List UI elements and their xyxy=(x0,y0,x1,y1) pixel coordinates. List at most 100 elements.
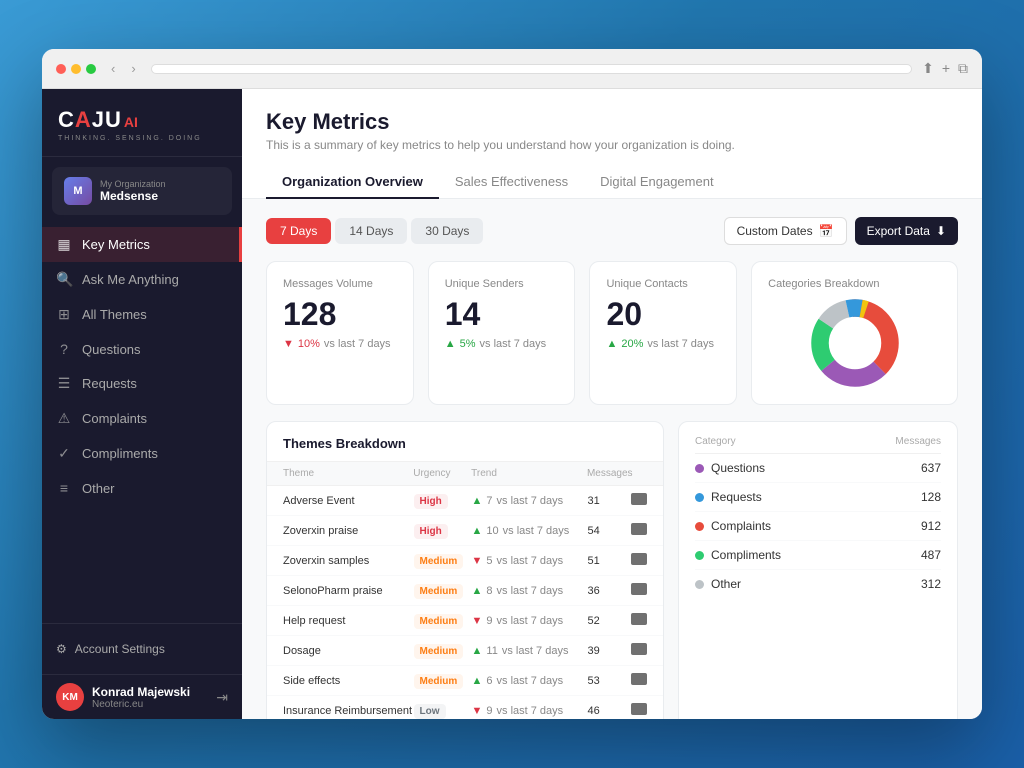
bottom-section: Themes Breakdown Theme Urgency Trend Mes… xyxy=(266,421,958,719)
tab-org-overview[interactable]: Organization Overview xyxy=(266,166,439,199)
close-dot[interactable] xyxy=(56,64,66,74)
trend-cell: ▼ 9 vs last 7 days xyxy=(472,615,588,627)
date-14days[interactable]: 14 Days xyxy=(335,218,407,244)
nav-label-complaints: Complaints xyxy=(82,411,147,426)
messages-count: 46 xyxy=(588,705,632,717)
categories-title: Categories Breakdown xyxy=(768,278,941,290)
row-action[interactable] xyxy=(631,583,647,598)
senders-change-vs: vs last 7 days xyxy=(480,338,547,350)
sidebar-item-requests[interactable]: ☰ Requests xyxy=(42,366,242,401)
nav-label-requests: Requests xyxy=(82,376,137,391)
maximize-dot[interactable] xyxy=(86,64,96,74)
date-30days[interactable]: 30 Days xyxy=(411,218,483,244)
cat-value-complaints: 912 xyxy=(921,519,941,533)
unique-senders-card: Unique Senders 14 ▲ 5% vs last 7 days xyxy=(428,261,576,405)
sidebar-item-complaints[interactable]: ⚠ Complaints xyxy=(42,401,242,436)
trend-cell: ▲ 11 vs last 7 days xyxy=(472,645,588,657)
minimize-dot[interactable] xyxy=(71,64,81,74)
other-dot xyxy=(695,580,704,589)
add-tab-icon[interactable]: + xyxy=(942,60,950,77)
table-row: SelonoPharm praise Medium ▲ 8 vs last 7 … xyxy=(267,576,663,606)
sidebar-item-compliments[interactable]: ✓ Compliments xyxy=(42,436,242,471)
unique-senders-value: 14 xyxy=(445,298,559,330)
calendar-icon: 📅 xyxy=(819,224,834,238)
row-action[interactable] xyxy=(631,523,647,538)
cat-name-requests: Requests xyxy=(711,490,762,504)
theme-name: Dosage xyxy=(283,645,414,657)
custom-dates-label: Custom Dates xyxy=(737,224,813,238)
date-7days[interactable]: 7 Days xyxy=(266,218,331,244)
categories-card: Category Messages Questions 637 xyxy=(678,421,958,719)
categories-breakdown-card: Categories Breakdown xyxy=(751,261,958,405)
custom-dates-button[interactable]: Custom Dates 📅 xyxy=(724,217,847,245)
nav-label-compliments: Compliments xyxy=(82,446,158,461)
forward-button[interactable]: › xyxy=(126,59,140,78)
sidebar-item-ask-me-anything[interactable]: 🔍 Ask Me Anything xyxy=(42,262,242,297)
sidebar-item-questions[interactable]: ? Questions xyxy=(42,332,242,366)
row-action[interactable] xyxy=(631,493,647,508)
trend-cell: ▲ 10 vs last 7 days xyxy=(472,525,588,537)
cat-value-requests: 128 xyxy=(921,490,941,504)
sidebar-org[interactable]: M My Organization Medsense xyxy=(52,167,232,215)
nav-label-other: Other xyxy=(82,481,115,496)
cat-row-requests: Requests 128 xyxy=(695,483,941,512)
export-data-button[interactable]: Export Data ⬇ xyxy=(855,217,958,245)
page-header: Key Metrics This is a summary of key met… xyxy=(242,89,982,199)
unique-contacts-title: Unique Contacts xyxy=(606,278,720,290)
user-info: Konrad Majewski Neoteric.eu xyxy=(92,685,208,710)
tab-sales-effectiveness[interactable]: Sales Effectiveness xyxy=(439,166,584,199)
messages-volume-card: Messages Volume 128 ▼ 10% vs last 7 days xyxy=(266,261,414,405)
tab-digital-engagement[interactable]: Digital Engagement xyxy=(584,166,729,199)
theme-name: Side effects xyxy=(283,675,414,687)
export-label: Export Data xyxy=(867,224,930,238)
question-icon: ? xyxy=(56,341,72,357)
unique-senders-title: Unique Senders xyxy=(445,278,559,290)
logout-icon[interactable]: ⇥ xyxy=(216,689,228,706)
user-email: Neoteric.eu xyxy=(92,699,208,710)
cat-name-complaints: Complaints xyxy=(711,519,771,533)
browser-chrome: ‹ › ⬆ + ⧉ xyxy=(42,49,982,89)
urgency-badge: Medium xyxy=(414,645,472,657)
grid-icon: ⊞ xyxy=(56,306,72,323)
messages-count: 36 xyxy=(588,585,632,597)
table-row: Dosage Medium ▲ 11 vs last 7 days 39 xyxy=(267,636,663,666)
share-icon[interactable]: ⬆ xyxy=(922,60,934,77)
cat-col-category: Category xyxy=(695,436,895,447)
col-urgency: Urgency xyxy=(413,468,471,479)
themes-table-header: Theme Urgency Trend Messages xyxy=(267,462,663,486)
urgency-badge: Medium xyxy=(414,555,472,567)
settings-label: Account Settings xyxy=(75,642,165,656)
trend-cell: ▲ 8 vs last 7 days xyxy=(472,585,588,597)
theme-name: Help request xyxy=(283,615,414,627)
urgency-badge: Medium xyxy=(414,675,472,687)
cat-row-questions: Questions 637 xyxy=(695,454,941,483)
nav-label-ask-me-anything: Ask Me Anything xyxy=(82,272,179,287)
theme-name: Zoverxin samples xyxy=(283,555,414,567)
row-action[interactable] xyxy=(631,673,647,688)
tabs-icon[interactable]: ⧉ xyxy=(958,60,968,77)
messages-change-pct: 10% xyxy=(298,338,320,350)
address-bar[interactable] xyxy=(151,64,912,74)
urgency-badge: Low xyxy=(414,705,472,717)
donut-wrapper xyxy=(768,298,941,388)
date-filters: 7 Days 14 Days 30 Days xyxy=(266,218,483,244)
messages-count: 54 xyxy=(588,525,632,537)
row-action[interactable] xyxy=(631,553,647,568)
browser-nav: ‹ › xyxy=(106,59,141,78)
nav-label-key-metrics: Key Metrics xyxy=(82,237,150,252)
user-profile: KM Konrad Majewski Neoteric.eu ⇥ xyxy=(42,674,242,719)
back-button[interactable]: ‹ xyxy=(106,59,120,78)
settings-icon: ⚙ xyxy=(56,642,67,656)
sidebar-item-other[interactable]: ≡ Other xyxy=(42,471,242,505)
bar-chart-icon: ▦ xyxy=(56,236,72,253)
row-action[interactable] xyxy=(631,643,647,658)
compliments-dot xyxy=(695,551,704,560)
row-action[interactable] xyxy=(631,703,647,718)
cat-name-other: Other xyxy=(711,577,741,591)
row-action[interactable] xyxy=(631,613,647,628)
sidebar-item-key-metrics[interactable]: ▦ Key Metrics xyxy=(42,227,242,262)
messages-change-vs: vs last 7 days xyxy=(324,338,391,350)
up-arrow-icon: ▲ xyxy=(445,338,456,350)
sidebar-item-all-themes[interactable]: ⊞ All Themes xyxy=(42,297,242,332)
account-settings[interactable]: ⚙ Account Settings xyxy=(56,636,228,662)
